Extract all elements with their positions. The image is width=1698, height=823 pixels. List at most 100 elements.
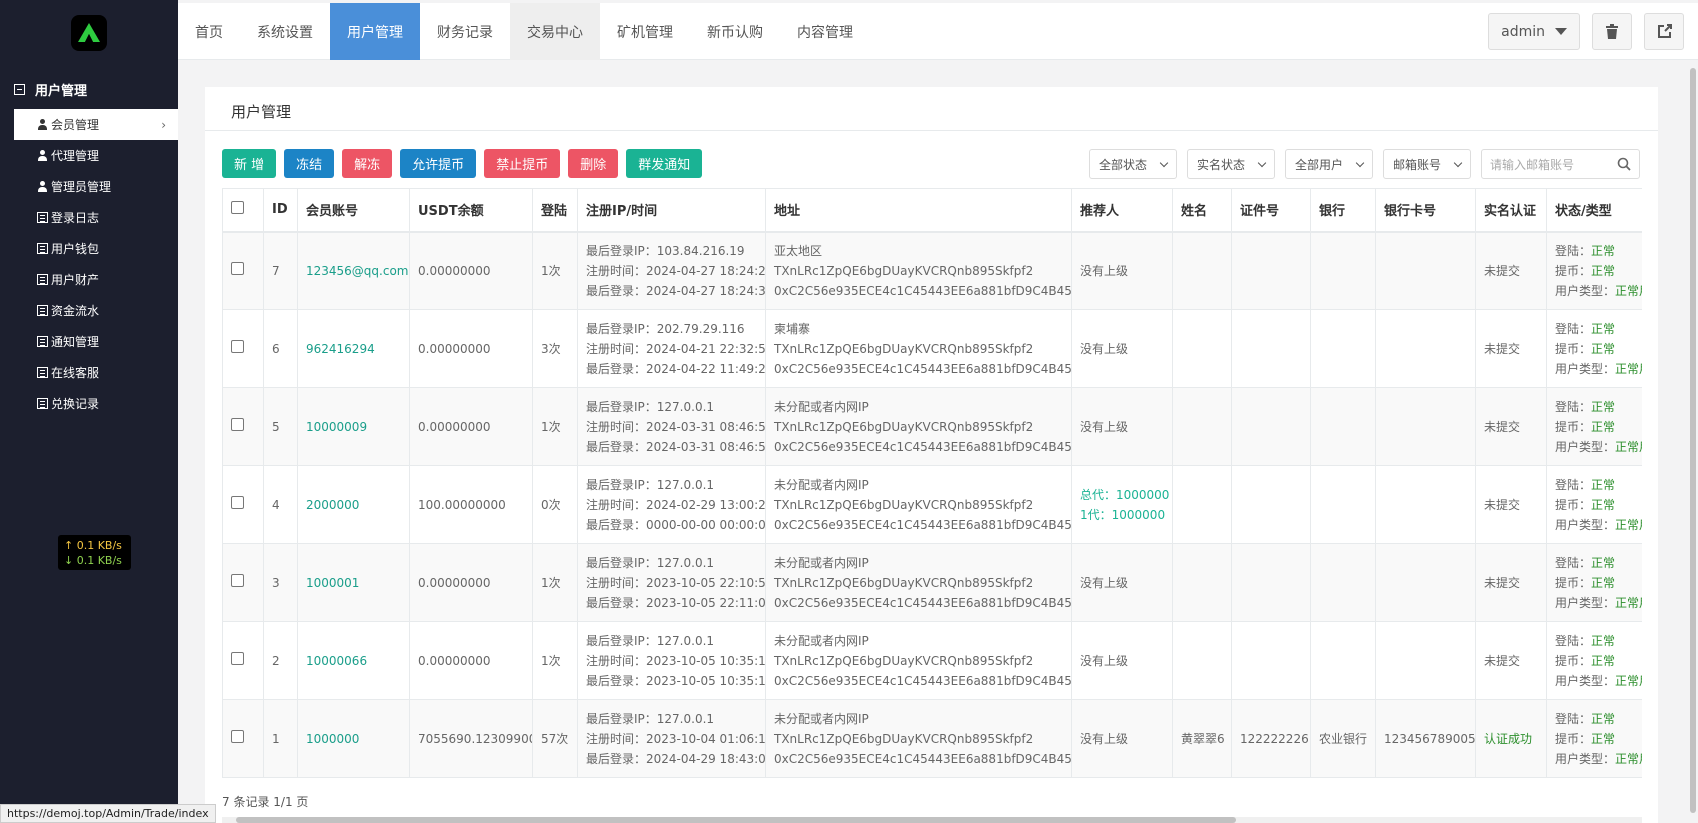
- column-header[interactable]: 姓名: [1172, 188, 1232, 233]
- status-value[interactable]: 正常: [1591, 634, 1615, 648]
- sidebar-item-8[interactable]: 在线客服: [0, 357, 178, 388]
- account-link[interactable]: 962416294: [306, 342, 375, 356]
- status-value[interactable]: 正常: [1591, 264, 1615, 278]
- vertical-scrollbar[interactable]: [1686, 60, 1698, 823]
- scrollbar-thumb[interactable]: [236, 817, 1236, 823]
- table-row[interactable]: 7 123456@qq.com 0.00000000 1次 最后登录IP：103.84.…: [222, 231, 1642, 310]
- toolbar-button-6[interactable]: 群发通知: [626, 149, 703, 178]
- tab-6[interactable]: 新币认购: [690, 3, 780, 60]
- sidebar-item-label: 用户钱包: [51, 242, 100, 256]
- toolbar-button-2[interactable]: 解冻: [342, 149, 393, 178]
- column-header[interactable]: 实名认证: [1475, 188, 1547, 233]
- column-header[interactable]: USDT余额: [409, 188, 533, 233]
- tab-4[interactable]: 交易中心: [510, 3, 600, 60]
- table-row[interactable]: 5 10000009 0.00000000 1次 最后登录IP：127.0.0.1 注册时…: [222, 387, 1642, 466]
- app-logo[interactable]: [71, 15, 107, 51]
- user-menu-button[interactable]: admin: [1488, 13, 1580, 50]
- tab-5[interactable]: 矿机管理: [600, 3, 690, 60]
- status-value[interactable]: 正常用户: [1615, 596, 1642, 610]
- sidebar-item-9[interactable]: 兑换记录: [0, 388, 178, 419]
- tab-1[interactable]: 系统设置: [240, 3, 330, 60]
- row-checkbox[interactable]: [231, 651, 244, 665]
- filter-select-2[interactable]: 全部用户: [1284, 149, 1373, 179]
- account-link[interactable]: 10000066: [306, 654, 367, 668]
- account-link[interactable]: 1000000: [306, 732, 359, 746]
- column-header[interactable]: 银行卡号: [1375, 188, 1476, 233]
- column-header[interactable]: 会员账号: [297, 188, 410, 233]
- table-row[interactable]: 3 1000001 0.00000000 1次 最后登录IP：127.0.0.1 注册时间…: [222, 543, 1642, 622]
- tab-0[interactable]: 首页: [178, 3, 240, 60]
- logout-button[interactable]: [1644, 13, 1684, 50]
- toolbar-button-4[interactable]: 禁止提币: [484, 149, 561, 178]
- status-value[interactable]: 正常用户: [1615, 674, 1642, 688]
- status-value[interactable]: 正常: [1591, 478, 1615, 492]
- column-header[interactable]: 状态/类型: [1546, 188, 1642, 233]
- table-row[interactable]: 2 10000066 0.00000000 1次 最后登录IP：127.0.0.1 注册时…: [222, 621, 1642, 700]
- sidebar-item-7[interactable]: 通知管理: [0, 326, 178, 357]
- scrollbar-thumb[interactable]: [1690, 68, 1696, 813]
- status-value[interactable]: 正常: [1591, 712, 1615, 726]
- status-value[interactable]: 正常: [1591, 732, 1615, 746]
- status-value[interactable]: 正常: [1591, 244, 1615, 258]
- status-value[interactable]: 正常用户: [1615, 362, 1642, 376]
- toolbar-button-1[interactable]: 冻结: [284, 149, 335, 178]
- cell-line: TXnLRc1ZpQE6bgDUayKVCRQnb895Skfpf2: [774, 653, 1034, 668]
- sidebar-item-3[interactable]: 登录日志: [0, 202, 178, 233]
- status-cell: 登陆：正常提币：正常用户类型：正常用户: [1546, 621, 1642, 700]
- tab-7[interactable]: 内容管理: [780, 3, 870, 60]
- row-checkbox[interactable]: [231, 495, 244, 509]
- sidebar-item-1[interactable]: 代理管理: [0, 140, 178, 171]
- column-header[interactable]: ID: [263, 188, 298, 233]
- status-value[interactable]: 正常用户: [1615, 440, 1642, 454]
- filter-select-0[interactable]: 全部状态: [1088, 149, 1177, 179]
- row-checkbox[interactable]: [231, 261, 244, 275]
- search-icon[interactable]: [1617, 157, 1631, 171]
- filter-select-3[interactable]: 邮箱账号: [1382, 149, 1471, 179]
- status-line: 用户类型：正常用户: [1555, 749, 1642, 769]
- sidebar-item-6[interactable]: 资金流水: [0, 295, 178, 326]
- column-header[interactable]: 注册IP/时间: [577, 188, 766, 233]
- account-link[interactable]: 10000009: [306, 420, 367, 434]
- sidebar-item-2[interactable]: 管理员管理: [0, 171, 178, 202]
- table-row[interactable]: 6 962416294 0.00000000 3次 最后登录IP：202.79.29.1…: [222, 309, 1642, 388]
- status-value[interactable]: 正常: [1591, 498, 1615, 512]
- status-value[interactable]: 正常用户: [1615, 284, 1642, 298]
- clear-cache-button[interactable]: [1592, 13, 1632, 50]
- status-value[interactable]: 正常: [1591, 556, 1615, 570]
- column-header[interactable]: 登陆: [532, 188, 578, 233]
- horizontal-scrollbar[interactable]: [222, 817, 1642, 823]
- row-checkbox[interactable]: [231, 339, 244, 353]
- toolbar-button-0[interactable]: 新 增: [222, 149, 277, 178]
- sidebar-item-0[interactable]: 会员管理 ›: [14, 109, 178, 140]
- column-header[interactable]: 证件号: [1231, 188, 1311, 233]
- sidebar-item-5[interactable]: 用户财产: [0, 264, 178, 295]
- filter-select-1[interactable]: 实名状态: [1186, 149, 1275, 179]
- account-link[interactable]: 2000000: [306, 498, 359, 512]
- toolbar-button-3[interactable]: 允许提币: [400, 149, 477, 178]
- search-input[interactable]: 请输入邮箱账号: [1481, 149, 1640, 179]
- select-all-checkbox[interactable]: [231, 201, 244, 215]
- row-checkbox[interactable]: [231, 417, 244, 431]
- row-checkbox[interactable]: [231, 573, 244, 587]
- account-link[interactable]: 1000001: [306, 576, 359, 590]
- tab-2[interactable]: 用户管理: [330, 3, 420, 60]
- column-header[interactable]: 地址: [765, 188, 1072, 233]
- column-header[interactable]: 推荐人: [1071, 188, 1173, 233]
- column-header[interactable]: 银行: [1310, 188, 1376, 233]
- status-value[interactable]: 正常: [1591, 654, 1615, 668]
- account-link[interactable]: 123456@qq.com: [306, 264, 409, 278]
- status-value[interactable]: 正常用户: [1615, 752, 1642, 766]
- tab-3[interactable]: 财务记录: [420, 3, 510, 60]
- status-value[interactable]: 正常: [1591, 576, 1615, 590]
- sidebar-item-4[interactable]: 用户钱包: [0, 233, 178, 264]
- status-value[interactable]: 正常用户: [1615, 518, 1642, 532]
- status-value[interactable]: 正常: [1591, 342, 1615, 356]
- toolbar-button-5[interactable]: 删除: [568, 149, 619, 178]
- status-value[interactable]: 正常: [1591, 322, 1615, 336]
- table-row[interactable]: 1 1000000 7055690.12309900 57次 最后登录IP：127.0.…: [222, 699, 1642, 778]
- sidebar-section-title[interactable]: 用户管理: [0, 77, 178, 101]
- row-checkbox[interactable]: [231, 729, 244, 743]
- status-value[interactable]: 正常: [1591, 420, 1615, 434]
- table-row[interactable]: 4 2000000 100.00000000 0次 最后登录IP：127.0.0.1 注册…: [222, 465, 1642, 544]
- status-value[interactable]: 正常: [1591, 400, 1615, 414]
